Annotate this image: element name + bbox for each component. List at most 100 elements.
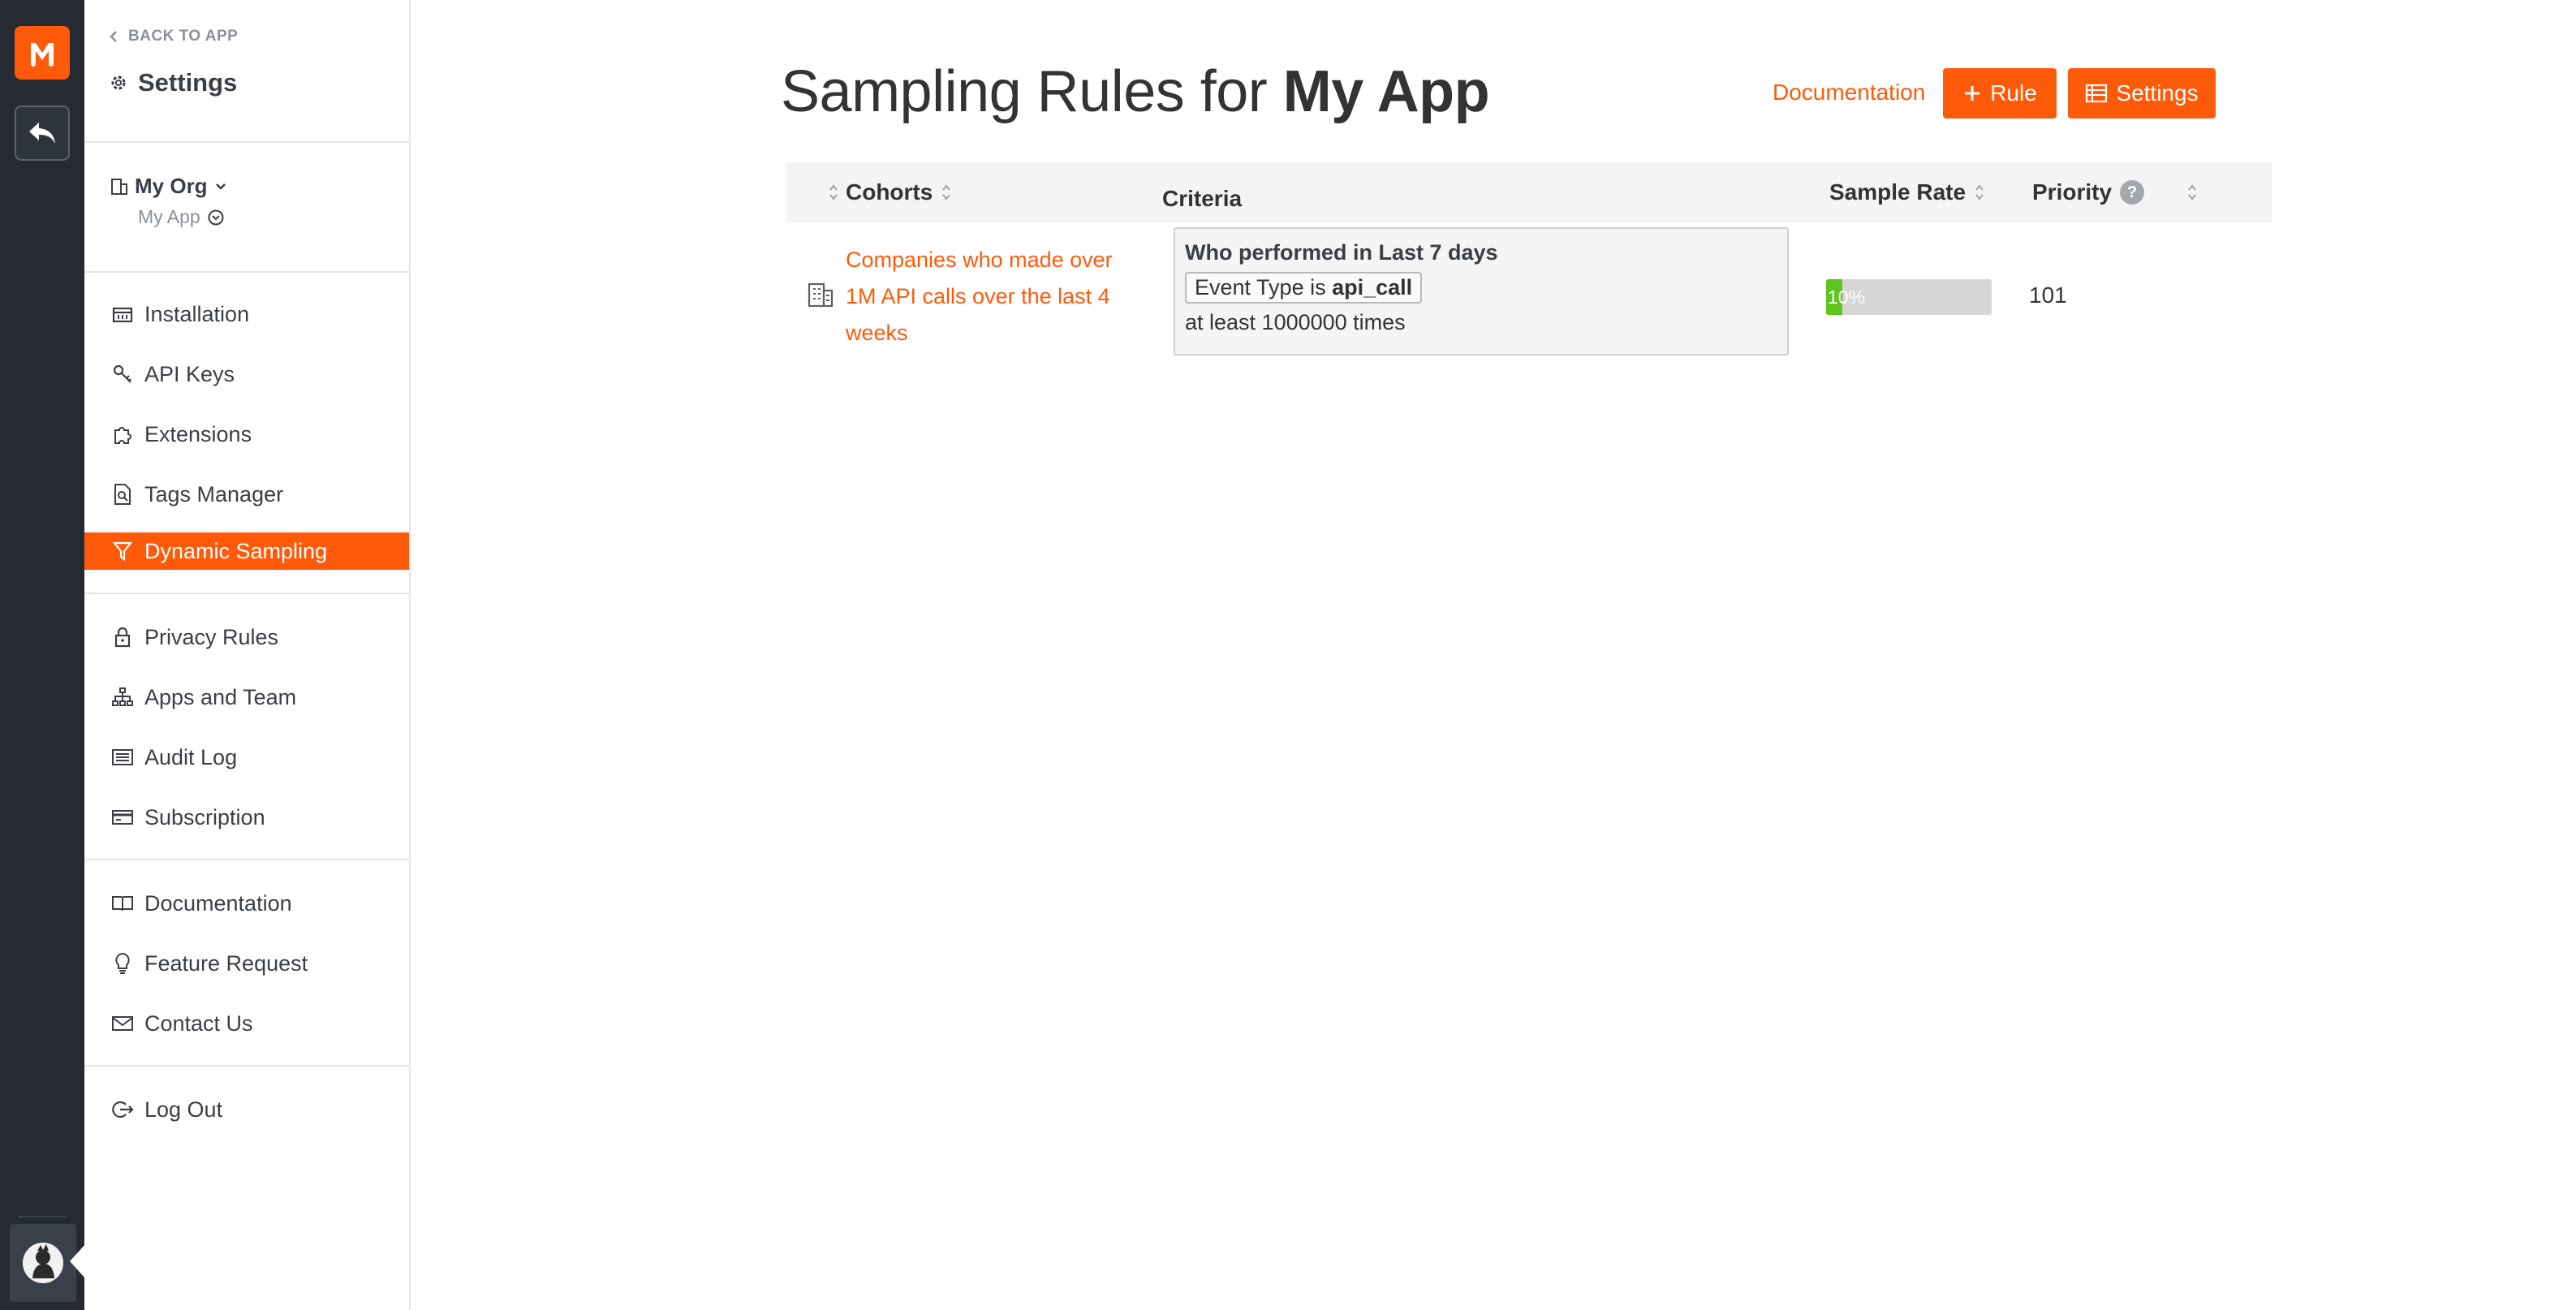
sidebar-item-contact-us[interactable]: Contact Us (84, 1005, 409, 1042)
sidebar-item-audit-log[interactable]: Audit Log (84, 739, 409, 776)
settings-title-label: Settings (138, 68, 238, 97)
sidebar-item-label: Feature Request (144, 950, 308, 976)
sidebar-item-apps-and-team[interactable]: Apps and Team (84, 679, 409, 716)
sidebar-item-tags-manager[interactable]: Tags Manager (84, 476, 409, 513)
divider (84, 271, 411, 273)
user-avatar-icon (23, 1243, 63, 1283)
criteria-chip: Event Type is api_call (1185, 272, 1423, 304)
col-cohorts[interactable]: Cohorts (846, 162, 952, 222)
sidebar-item-label: Log Out (144, 1097, 223, 1122)
col-priority[interactable]: Priority ? (2032, 162, 2198, 222)
avatar-pointer (70, 1243, 86, 1279)
reply-arrow-icon[interactable] (15, 106, 70, 161)
key-icon (110, 362, 135, 386)
settings-title: Settings (109, 68, 237, 97)
sort-icon (829, 184, 838, 200)
sidebar-item-api-keys[interactable]: API Keys (84, 356, 409, 393)
col-sample-rate[interactable]: Sample Rate (1829, 162, 1985, 222)
sort-icon (1975, 184, 1984, 200)
sidebar-item-label: Apps and Team (144, 684, 297, 709)
back-to-app-link[interactable]: BACK TO APP (109, 28, 238, 45)
app-selector[interactable]: My App (138, 206, 225, 228)
col-expand[interactable] (828, 162, 839, 222)
chip-prefix: Event Type is (1195, 275, 1326, 299)
sidebar-item-label: Extensions (144, 421, 252, 446)
add-rule-button[interactable]: Rule (1943, 68, 2057, 119)
lightbulb-icon (110, 951, 135, 976)
sample-rate-bar[interactable]: 10% (1826, 279, 1992, 315)
sidebar-item-feature-request[interactable]: Feature Request (84, 945, 409, 982)
sidebar-item-extensions[interactable]: Extensions (84, 416, 409, 453)
sidebar-item-label: Subscription (144, 804, 265, 830)
moesif-logo-icon[interactable] (15, 26, 70, 80)
criteria-tail: at least 1000000 times (1185, 310, 1406, 334)
sidebar-item-label: Tags Manager (144, 481, 284, 506)
app-name: My App (138, 206, 200, 227)
sort-icon (2188, 184, 2196, 200)
user-avatar[interactable] (10, 1224, 76, 1302)
rail-divider (18, 1216, 67, 1217)
table-row[interactable]: Companies who made over 1M API calls ove… (786, 222, 2272, 360)
divider (84, 1065, 411, 1067)
divider (84, 859, 411, 860)
org-name: My Org (135, 174, 208, 198)
sidebar-item-label: Dynamic Sampling (144, 538, 328, 563)
lock-icon (110, 625, 135, 649)
sidebar-item-label: Documentation (144, 890, 292, 916)
envelope-icon (110, 1011, 135, 1036)
page-title-app: My App (1282, 59, 1490, 124)
sidebar-item-label: API Keys (144, 361, 235, 386)
chevron-left-icon (110, 31, 117, 42)
plus-icon (1965, 86, 1980, 101)
settings-sidebar: BACK TO APP Settings My Org My App Insta… (84, 0, 411, 1310)
cohort-link[interactable]: Companies who made over 1M API calls ove… (846, 242, 1146, 351)
sidebar-item-dynamic-sampling[interactable]: Dynamic Sampling (84, 532, 409, 570)
col-priority-label: Priority (2032, 179, 2113, 205)
back-to-app-label: BACK TO APP (128, 28, 239, 45)
page-title: Sampling Rules for My App (781, 58, 1490, 125)
sidebar-item-label: Installation (144, 301, 250, 326)
divider (84, 593, 411, 594)
org-selector[interactable]: My Org (110, 174, 227, 199)
book-icon (110, 891, 135, 916)
documentation-link[interactable]: Documentation (1773, 80, 1925, 106)
sidebar-item-log-out[interactable]: Log Out (84, 1091, 409, 1128)
sitemap-icon (110, 685, 135, 709)
chevron-down-icon (215, 183, 226, 190)
credit-card-icon (110, 805, 135, 830)
sidebar-item-privacy-rules[interactable]: Privacy Rules (84, 618, 409, 656)
sample-rate-label: 10% (1828, 287, 1866, 308)
settings-button[interactable]: Settings (2068, 68, 2216, 119)
sidebar-item-label: Audit Log (144, 744, 238, 769)
logout-icon (110, 1097, 135, 1122)
installation-icon (110, 302, 135, 326)
chevron-circle-down-icon (208, 209, 224, 225)
help-icon[interactable]: ? (2120, 180, 2145, 205)
sidebar-item-installation[interactable]: Installation (84, 295, 409, 333)
page-title-prefix: Sampling Rules for (781, 59, 1268, 124)
sidebar-item-label: Privacy Rules (144, 624, 279, 649)
filter-icon (110, 539, 135, 563)
divider (84, 141, 411, 143)
company-building-icon (808, 282, 834, 308)
sidebar-item-label: Contact Us (144, 1011, 253, 1036)
priority-value: 101 (2029, 282, 2067, 308)
chip-value: api_call (1332, 275, 1413, 299)
col-cohorts-label: Cohorts (846, 179, 933, 205)
table-header: Cohorts Criteria Sample Rate Priority ? (786, 162, 2272, 222)
building-icon (111, 178, 127, 195)
table-settings-icon (2086, 84, 2108, 103)
criteria-heading: Who performed in Last 7 days (1185, 240, 1498, 265)
sidebar-item-subscription[interactable]: Subscription (84, 799, 409, 836)
tag-search-icon (110, 482, 135, 506)
app-rail (0, 0, 86, 1310)
col-criteria-label: Criteria (1162, 186, 1243, 211)
criteria-box: Who performed in Last 7 days Event Type … (1174, 227, 1789, 356)
gear-icon (111, 75, 126, 90)
puzzle-icon (110, 422, 135, 446)
col-sample-rate-label: Sample Rate (1829, 179, 1966, 205)
settings-button-label: Settings (2116, 80, 2199, 106)
sort-icon (942, 184, 951, 200)
col-criteria: Criteria (1162, 169, 1242, 229)
sidebar-item-documentation[interactable]: Documentation (84, 885, 409, 922)
